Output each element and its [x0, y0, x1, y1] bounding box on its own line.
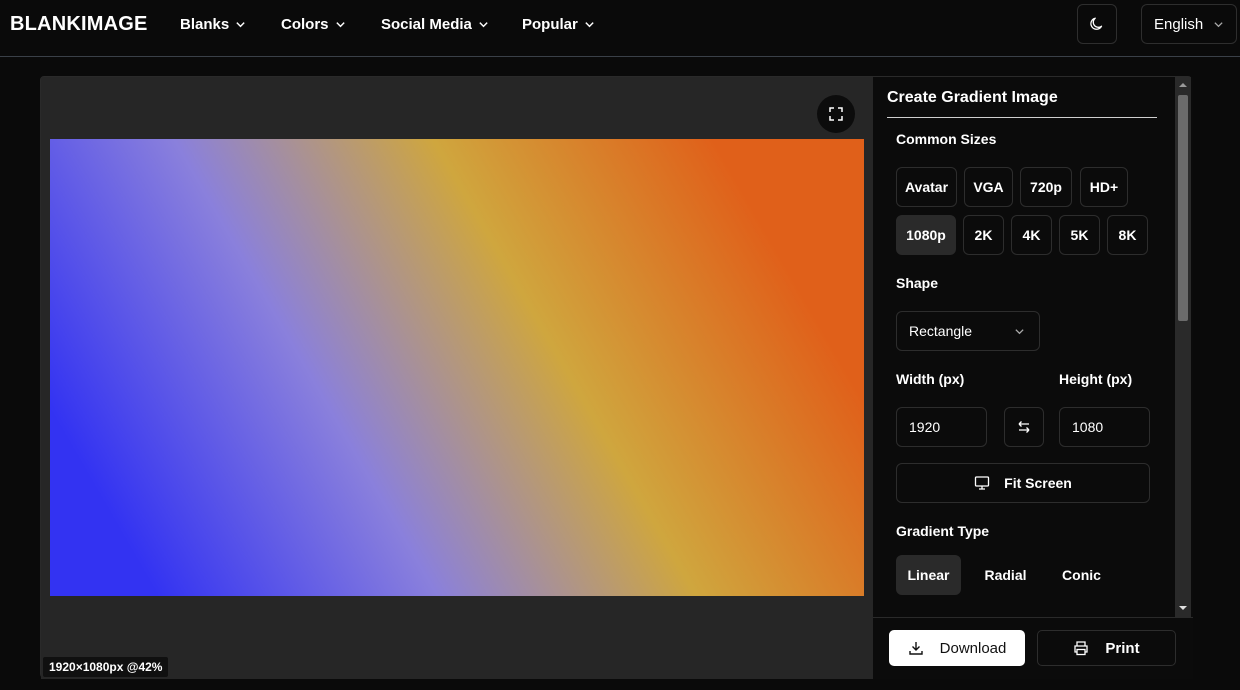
download-icon: [908, 642, 923, 655]
nav-popular[interactable]: Popular: [522, 16, 595, 33]
size-vga-button[interactable]: VGA: [964, 167, 1013, 207]
swap-icon: [1018, 421, 1030, 433]
monitor-icon: [974, 476, 990, 490]
width-label: Width (px): [896, 371, 965, 387]
nav-colors[interactable]: Colors: [281, 16, 346, 33]
size-2k-button[interactable]: 2K: [963, 215, 1004, 255]
nav-popular-label: Popular: [522, 16, 578, 33]
download-label: Download: [939, 639, 1007, 657]
scroll-down-arrow-icon[interactable]: [1178, 603, 1188, 613]
shape-select[interactable]: Rectangle: [896, 311, 1040, 351]
shape-label: Shape: [896, 275, 939, 291]
scroll-up-arrow-icon[interactable]: [1178, 80, 1188, 90]
size-1080p-button[interactable]: 1080p: [896, 215, 956, 255]
preview-area: 1920×1080px @42%: [41, 77, 873, 679]
chevron-down-icon: [479, 22, 488, 28]
nav-social-media[interactable]: Social Media: [381, 16, 489, 33]
fit-screen-label: Fit Screen: [1004, 475, 1072, 491]
divider: [873, 617, 1193, 618]
top-navigation: BLANKIMAGE Blanks Colors Social Media Po…: [0, 0, 1240, 57]
nav-social-media-label: Social Media: [381, 16, 472, 33]
download-button[interactable]: Download: [889, 630, 1025, 666]
shape-value: Rectangle: [909, 323, 973, 339]
print-button[interactable]: Print: [1037, 630, 1176, 666]
scrollbar-thumb[interactable]: [1178, 95, 1188, 321]
nav-colors-label: Colors: [281, 16, 329, 33]
image-size-label: 1920×1080px @42%: [43, 657, 169, 677]
site-logo[interactable]: BLANKIMAGE: [10, 13, 148, 36]
size-hdplus-button[interactable]: HD+: [1080, 167, 1128, 207]
chevron-down-icon: [335, 22, 345, 28]
moon-icon: [1090, 17, 1103, 30]
divider: [887, 117, 1157, 118]
chevron-down-icon: [585, 22, 594, 28]
nav-blanks-label: Blanks: [180, 16, 230, 33]
printer-icon: [1074, 641, 1089, 656]
common-sizes-label: Common Sizes: [896, 131, 997, 147]
height-label: Height (px): [1059, 371, 1133, 387]
settings-scroll-area[interactable]: Create Gradient Image Common Sizes Avata…: [873, 77, 1174, 617]
panel-title: Create Gradient Image: [887, 89, 1058, 106]
chevron-down-icon: [1015, 329, 1024, 335]
size-720p-button[interactable]: 720p: [1020, 167, 1072, 207]
gradient-type-conic[interactable]: Conic: [1049, 555, 1114, 595]
size-8k-button[interactable]: 8K: [1107, 215, 1148, 255]
language-select[interactable]: English: [1141, 4, 1237, 44]
fullscreen-button[interactable]: [817, 95, 855, 133]
size-4k-button[interactable]: 4K: [1011, 215, 1052, 255]
gradient-type-label: Gradient Type: [896, 523, 990, 539]
theme-toggle-button[interactable]: [1077, 4, 1117, 44]
fit-screen-button[interactable]: Fit Screen: [896, 463, 1150, 503]
width-input[interactable]: 1920: [896, 407, 987, 447]
language-value: English: [1154, 15, 1204, 33]
chevron-down-icon: [236, 22, 245, 28]
height-input[interactable]: 1080: [1059, 407, 1150, 447]
panel-scrollbar[interactable]: [1175, 77, 1191, 617]
settings-panel: Create Gradient Image Common Sizes Avata…: [873, 77, 1193, 679]
editor-frame: 1920×1080px @42% Create Gradient Image C…: [40, 76, 1193, 679]
expand-icon: [829, 107, 843, 121]
gradient-type-radial[interactable]: Radial: [973, 555, 1038, 595]
chevron-down-icon: [1214, 21, 1223, 27]
swap-dimensions-button[interactable]: [1004, 407, 1044, 447]
print-label: Print: [1105, 639, 1140, 657]
size-5k-button[interactable]: 5K: [1059, 215, 1100, 255]
gradient-type-linear[interactable]: Linear: [896, 555, 961, 595]
nav-blanks[interactable]: Blanks: [180, 16, 246, 33]
size-avatar-button[interactable]: Avatar: [896, 167, 957, 207]
gradient-preview: [50, 139, 864, 596]
